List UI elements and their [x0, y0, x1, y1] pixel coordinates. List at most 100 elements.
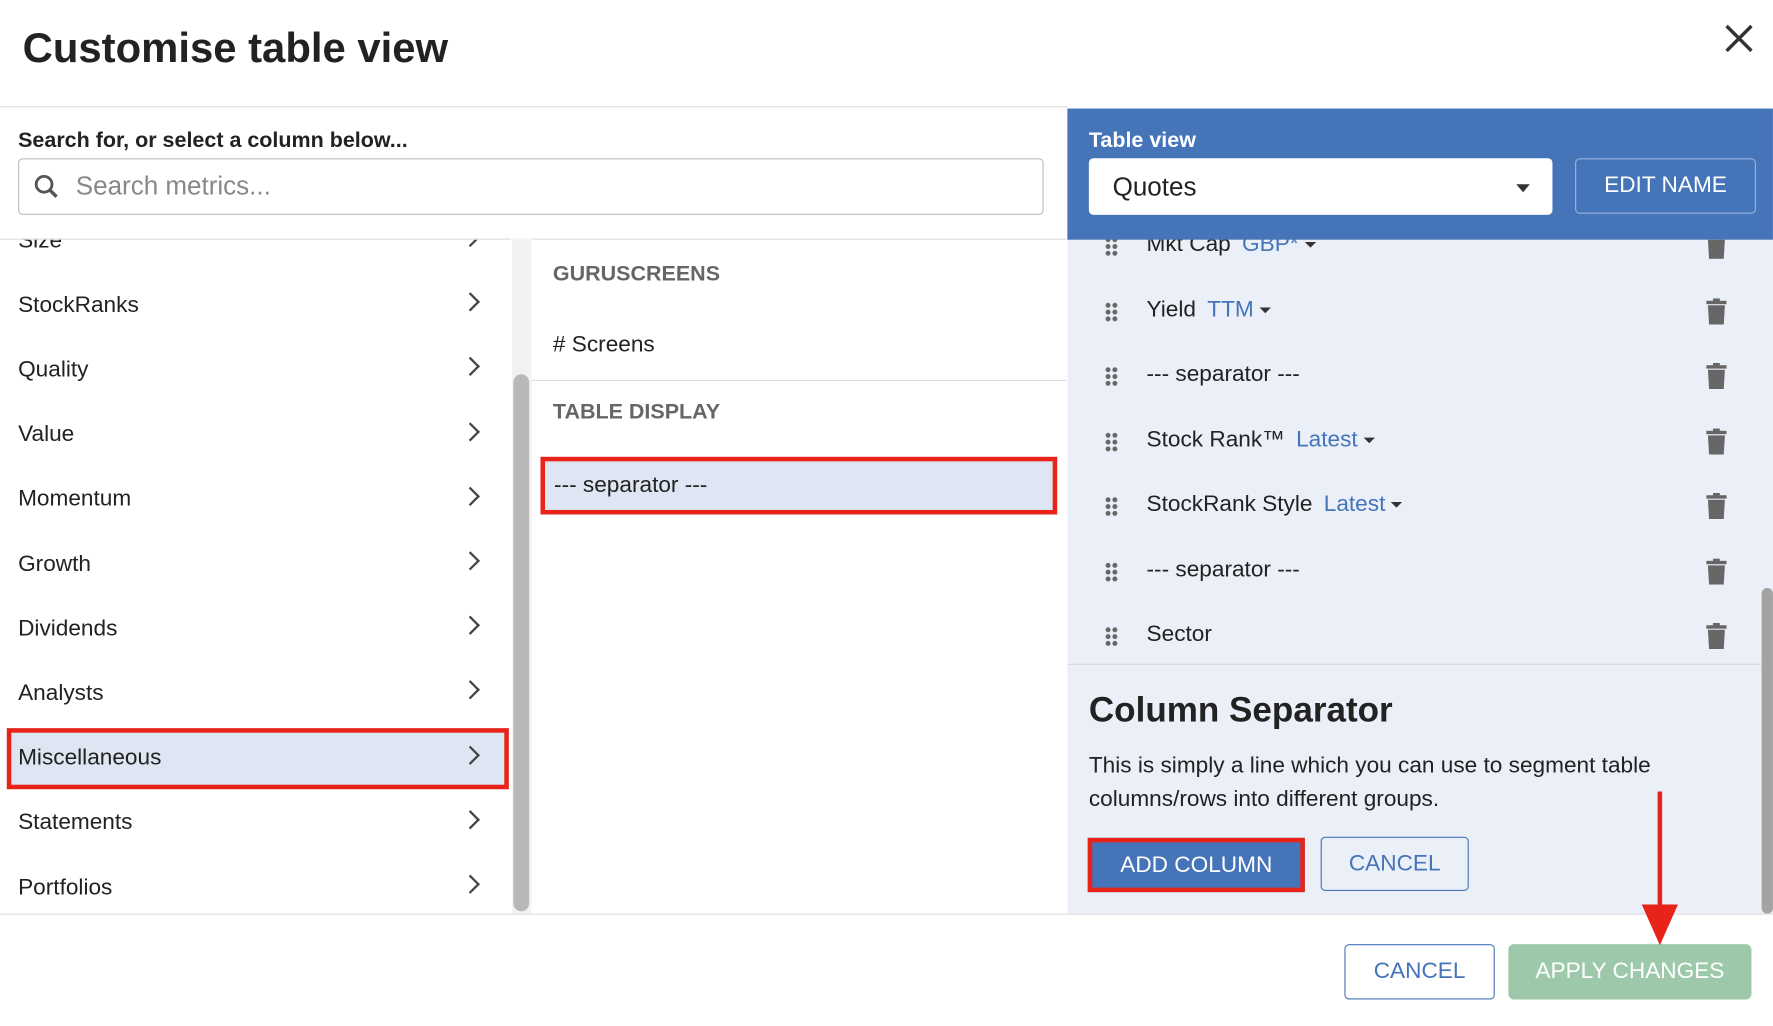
category-label: Portfolios: [18, 874, 113, 900]
column-row: --- separator ---: [1067, 345, 1761, 409]
column-name: Yield: [1146, 296, 1196, 322]
column-name: --- separator ---: [1146, 361, 1300, 387]
column-row: Yield TTM: [1067, 280, 1761, 344]
column-option-value: TTM: [1207, 296, 1254, 322]
trash-icon[interactable]: [1706, 427, 1727, 454]
category-quality[interactable]: Quality: [7, 340, 509, 401]
caret-down-icon: [1259, 307, 1271, 313]
trash-icon[interactable]: [1706, 623, 1727, 650]
dialog-title: Customise table view: [22, 24, 449, 72]
search-icon: [34, 174, 58, 198]
chevron-right-icon: [460, 486, 480, 506]
detail-title: Column Separator: [1088, 689, 1393, 730]
divider: [531, 379, 1067, 382]
close-icon[interactable]: [1721, 20, 1757, 56]
trash-icon[interactable]: [1706, 297, 1727, 324]
drag-handle-icon[interactable]: [1104, 626, 1119, 647]
caret-down-icon: [1516, 184, 1530, 193]
detail-cancel-button[interactable]: CANCEL: [1320, 836, 1469, 891]
apply-changes-button[interactable]: APPLY CHANGES: [1508, 944, 1752, 1000]
scrollbar-thumb[interactable]: [1761, 587, 1773, 914]
column-option-value: Latest: [1323, 491, 1386, 517]
column-name: StockRank Style: [1146, 491, 1313, 517]
category-portfolios[interactable]: Portfolios: [7, 857, 509, 915]
caret-down-icon: [1363, 437, 1375, 443]
chevron-right-icon: [460, 239, 480, 248]
category-label: Dividends: [18, 615, 118, 641]
category-size[interactable]: Size: [7, 239, 509, 272]
column-row: Stock Rank™ Latest: [1067, 410, 1761, 474]
section-header-guruscreens: GURUSCREENS: [552, 262, 721, 287]
category-stockranks[interactable]: StockRanks: [7, 275, 509, 336]
column-option-value: Latest: [1296, 426, 1358, 452]
category-label: Value: [18, 421, 75, 447]
category-label: Growth: [18, 551, 91, 577]
divider: [0, 913, 1773, 915]
search-box: [18, 158, 1044, 215]
chevron-right-icon: [460, 809, 480, 830]
chevron-right-icon: [460, 421, 480, 442]
column-row: StockRank Style Latest: [1067, 475, 1761, 539]
category-label: Size: [18, 238, 63, 253]
category-label: Momentum: [18, 486, 132, 512]
chevron-right-icon: [460, 745, 480, 765]
drag-handle-icon[interactable]: [1104, 561, 1119, 582]
trash-icon[interactable]: [1706, 558, 1727, 585]
column-row: Sector: [1067, 605, 1761, 669]
metric-list: GURUSCREENS # Screens TABLE DISPLAY: [531, 238, 1067, 915]
divider: [0, 106, 1068, 108]
category-dividends[interactable]: Dividends: [7, 598, 509, 659]
category-statements[interactable]: Statements: [7, 792, 509, 853]
divider: [1067, 663, 1762, 665]
drag-handle-icon[interactable]: [1104, 431, 1119, 452]
trash-icon[interactable]: [1706, 362, 1727, 389]
detail-description: This is simply a line which you can use …: [1088, 753, 1651, 812]
caret-down-icon: [1391, 502, 1403, 508]
drag-handle-icon[interactable]: [1104, 496, 1119, 517]
trash-icon[interactable]: [1706, 492, 1727, 519]
column-name: Stock Rank™: [1146, 426, 1285, 452]
search-label: Search for, or select a column below...: [18, 128, 408, 153]
chevron-right-icon: [460, 551, 480, 571]
category-scrollbar[interactable]: [512, 238, 532, 915]
chevron-right-icon: [460, 680, 480, 700]
column-name: Sector: [1146, 621, 1212, 647]
chevron-right-icon: [460, 615, 480, 636]
category-label: StockRanks: [18, 292, 139, 318]
chevron-right-icon: [460, 292, 480, 312]
annotation-arrow: [1641, 791, 1678, 946]
caret-down-icon: [1304, 242, 1316, 248]
metric-item-separator[interactable]: --- separator ---: [540, 456, 1058, 515]
columns-scrollbar[interactable]: [1761, 239, 1773, 914]
chevron-right-icon: [460, 874, 480, 894]
column-row: --- separator ---: [1067, 540, 1761, 604]
scrollbar-thumb[interactable]: [513, 374, 530, 912]
category-label: Quality: [18, 357, 89, 383]
category-label: Miscellaneous: [18, 745, 162, 771]
table-view-label: Table view: [1088, 128, 1196, 153]
add-column-button[interactable]: ADD COLUMN: [1087, 837, 1305, 893]
category-analysts[interactable]: Analysts: [7, 663, 509, 724]
customise-table-view-dialog: Customise table view Search for, or sele…: [0, 0, 1773, 1026]
metric-item-screens[interactable]: # Screens: [553, 332, 655, 358]
category-label: Statements: [18, 809, 133, 835]
category-list: Size StockRanks Quality Value Momentum Growth…: [0, 238, 512, 915]
table-view-value: Quotes: [1112, 171, 1197, 202]
category-growth[interactable]: Growth: [7, 534, 509, 595]
column-option-dropdown[interactable]: Latest: [1296, 427, 1375, 452]
search-input[interactable]: [75, 170, 1026, 202]
edit-name-button[interactable]: EDIT NAME: [1575, 158, 1756, 214]
category-momentum[interactable]: Momentum: [7, 469, 509, 530]
column-name: --- separator ---: [1146, 556, 1300, 582]
cancel-button[interactable]: CANCEL: [1344, 944, 1495, 1000]
drag-handle-icon[interactable]: [1104, 301, 1119, 322]
column-option-dropdown[interactable]: Latest: [1324, 492, 1403, 517]
drag-handle-icon[interactable]: [1104, 366, 1119, 387]
section-header-table-display: TABLE DISPLAY: [552, 400, 721, 425]
chevron-right-icon: [460, 357, 480, 377]
category-label: Analysts: [18, 680, 104, 706]
column-option-dropdown[interactable]: TTM: [1207, 296, 1271, 322]
table-view-select[interactable]: Quotes: [1088, 158, 1553, 215]
category-value[interactable]: Value: [7, 404, 509, 465]
category-miscellaneous[interactable]: Miscellaneous: [6, 727, 509, 789]
